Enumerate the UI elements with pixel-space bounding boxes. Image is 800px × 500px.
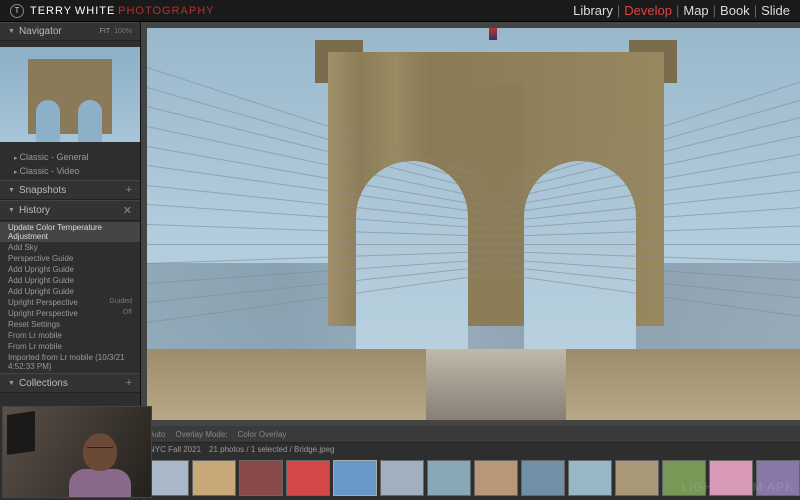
toolbar-overlay-label: Overlay Mode: xyxy=(175,430,227,439)
top-bar: T TERRY WHITE PHOTOGRAPHY Library|Develo… xyxy=(0,0,800,22)
history-step[interactable]: Update Color Temperature Adjustment xyxy=(0,222,140,242)
navigator-thumbnail[interactable] xyxy=(0,47,140,142)
filmstrip-infobar: NYC Fall 2021 21 photos / 1 selected / B… xyxy=(141,442,800,456)
module-book[interactable]: Book xyxy=(720,3,750,18)
brand-logo-icon: T xyxy=(10,4,24,18)
photo-canvas[interactable] xyxy=(147,28,800,420)
module-picker: Library|Develop|Map|Book|Slide xyxy=(573,3,790,18)
history-title: History xyxy=(19,205,50,216)
add-snapshot-icon[interactable]: + xyxy=(126,184,132,196)
collections-header[interactable]: ▼ Collections + xyxy=(0,373,140,393)
history-step[interactable]: Upright PerspectiveGuided xyxy=(0,297,140,308)
chevron-down-icon: ▼ xyxy=(8,207,15,214)
chevron-down-icon: ▼ xyxy=(8,380,15,387)
navigator-title: Navigator xyxy=(19,26,62,37)
brand-word-1: TERRY xyxy=(30,5,72,17)
module-library[interactable]: Library xyxy=(573,3,613,18)
history-step[interactable]: Add Sky xyxy=(0,242,140,253)
module-develop[interactable]: Develop xyxy=(624,3,672,18)
brand-word-2: WHITE xyxy=(75,5,115,17)
filmstrip-thumb[interactable] xyxy=(192,460,236,496)
brand-word-3: PHOTOGRAPHY xyxy=(118,5,214,17)
preset-item[interactable]: Classic - Video xyxy=(0,164,140,178)
history-step[interactable]: From Lr mobile xyxy=(0,341,140,352)
history-header[interactable]: ▼ History ✕ xyxy=(0,200,140,221)
filmstrip-thumb[interactable] xyxy=(380,460,424,496)
history-step[interactable]: Reset Settings xyxy=(0,319,140,330)
selection-count: 21 photos / 1 selected / Bridge.jpeg xyxy=(209,445,334,454)
module-map[interactable]: Map xyxy=(683,3,708,18)
filmstrip-thumb[interactable] xyxy=(474,460,518,496)
filmstrip-thumb[interactable] xyxy=(568,460,612,496)
add-collection-icon[interactable]: + xyxy=(126,377,132,389)
history-step[interactable]: Add Upright Guide xyxy=(0,275,140,286)
preset-item[interactable]: Classic - General xyxy=(0,150,140,164)
filmstrip-thumb[interactable] xyxy=(239,460,283,496)
center-area: Auto Overlay Mode: Color Overlay Done NY… xyxy=(141,22,800,500)
brand: T TERRY WHITE PHOTOGRAPHY xyxy=(10,4,214,18)
webcam-overlay xyxy=(2,406,152,498)
chevron-down-icon: ▼ xyxy=(8,28,15,35)
filmstrip-thumb[interactable] xyxy=(333,460,377,496)
snapshots-title: Snapshots xyxy=(19,185,66,196)
filmstrip-thumb[interactable] xyxy=(615,460,659,496)
collections-title: Collections xyxy=(19,378,68,389)
snapshots-header[interactable]: ▼ Snapshots + xyxy=(0,180,140,200)
toolbar-overlay-mode[interactable]: Color Overlay xyxy=(238,430,287,439)
history-list: Update Color Temperature AdjustmentAdd S… xyxy=(0,221,140,373)
filmstrip-thumb[interactable] xyxy=(286,460,330,496)
history-step[interactable]: Add Upright Guide xyxy=(0,264,140,275)
develop-toolbar: Auto Overlay Mode: Color Overlay Done xyxy=(141,426,800,442)
filmstrip-thumb[interactable] xyxy=(521,460,565,496)
navigator-fit[interactable]: FIT xyxy=(100,28,111,35)
chevron-down-icon: ▼ xyxy=(8,187,15,194)
history-step[interactable]: Add Upright Guide xyxy=(0,286,140,297)
watermark: LIGHTROOM APK xyxy=(682,480,794,494)
clear-history-icon[interactable]: ✕ xyxy=(123,204,132,217)
preset-list: Classic - GeneralClassic - Video xyxy=(0,148,140,180)
navigator-header[interactable]: ▼ Navigator FIT 100% xyxy=(0,22,140,41)
history-step[interactable]: Perspective Guide xyxy=(0,253,140,264)
history-step[interactable]: Upright PerspectiveOff xyxy=(0,308,140,319)
module-slide[interactable]: Slide xyxy=(761,3,790,18)
history-step[interactable]: Imported from Lr mobile (10/3/21 4:52:33… xyxy=(0,352,140,372)
history-step[interactable]: From Lr mobile xyxy=(0,330,140,341)
navigator-ratio[interactable]: 100% xyxy=(114,28,132,35)
folder-name[interactable]: NYC Fall 2021 xyxy=(149,445,201,454)
filmstrip-thumb[interactable] xyxy=(427,460,471,496)
